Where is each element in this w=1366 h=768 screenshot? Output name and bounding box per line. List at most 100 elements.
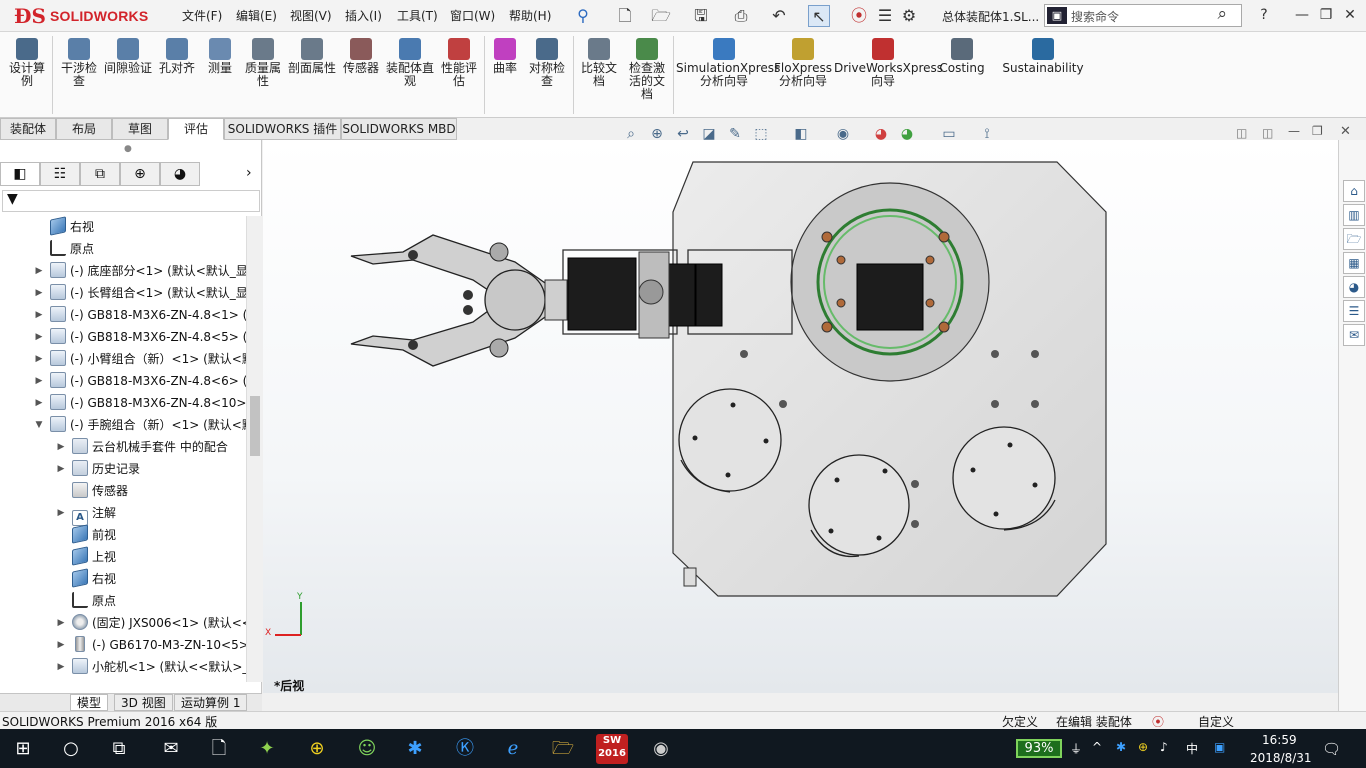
menu-help[interactable]: 帮助(H) (509, 7, 551, 24)
ribbon-sustainability-button[interactable]: Sustainability (1000, 34, 1086, 116)
expand-arrow-icon[interactable]: ▶ (34, 304, 44, 326)
baidu-ime-icon[interactable]: ▣ (1214, 740, 1225, 754)
expand-arrow-icon[interactable]: ▶ (34, 392, 44, 414)
wechat-icon[interactable]: ☺ (352, 734, 382, 764)
tab-sketch[interactable]: 草图 (112, 118, 168, 140)
expand-arrow-icon[interactable]: ▶ (34, 326, 44, 348)
tree-node[interactable]: ▶ 云台机械手套件 中的配合 (58, 436, 228, 458)
battery-indicator[interactable]: 93% (1016, 739, 1062, 758)
restore-icon[interactable]: ❐ (1314, 4, 1338, 26)
input-method-indicator[interactable]: 中 (1186, 740, 1198, 757)
menu-tools[interactable]: 工具(T) (397, 7, 438, 24)
ribbon-floxpress-button[interactable]: FloXpress 分析向导 (774, 34, 832, 116)
solidworks-resources-icon[interactable]: ⌂ (1343, 180, 1365, 202)
configuration-manager-tab-icon[interactable]: ⧉ (80, 162, 120, 186)
expand-arrow-icon[interactable]: ▶ (56, 436, 66, 458)
zoom-to-fit-icon[interactable]: ⌕ (620, 124, 642, 144)
search-commands-input[interactable]: ▣ 搜索命令 ⌕ (1044, 4, 1242, 27)
panel-grip-icon[interactable]: ● (124, 144, 132, 154)
scrollbar-thumb[interactable] (250, 396, 260, 456)
tree-node[interactable]: ▶ (-) GB818-M3X6-ZN-4.8<5> (D (36, 326, 246, 348)
tree-node[interactable]: 前视 (72, 524, 116, 546)
tree-node[interactable]: 右视 (50, 216, 94, 238)
star-app-icon[interactable]: ✱ (400, 734, 430, 764)
ribbon-simulationxpress-button[interactable]: SimulationXpress 分析向导 (676, 34, 780, 116)
file-explorer-icon[interactable]: 🗁 (1343, 228, 1365, 250)
tree-node[interactable]: ▶ A 注解 (58, 502, 116, 526)
previous-view-icon[interactable]: ↩ (672, 124, 694, 144)
featuremanager-tree-tab-icon[interactable]: ◧ (0, 162, 40, 186)
print-icon[interactable]: ⎙ (730, 5, 752, 27)
menu-insert[interactable]: 插入(I) (345, 7, 382, 24)
clock-date[interactable]: 2018/8/31 (1250, 751, 1312, 765)
chevron-right-icon[interactable]: › (246, 165, 252, 181)
tab-assembly[interactable]: 装配体 (0, 118, 56, 140)
pin-icon[interactable]: ⚲ (572, 5, 594, 27)
viewport-tile-right-icon[interactable]: ◫ (1262, 126, 1273, 140)
tree-node[interactable]: 传感器 (72, 480, 128, 502)
tree-node[interactable]: ▶ (固定) JXS006<1> (默认<< (58, 612, 246, 634)
expand-arrow-icon[interactable]: ▶ (34, 348, 44, 370)
tab-layout[interactable]: 布局 (56, 118, 112, 140)
cortana-icon[interactable]: ○ (56, 734, 86, 764)
expand-arrow-icon[interactable]: ▶ (34, 370, 44, 392)
viewport-minimize-icon[interactable]: — (1288, 124, 1300, 138)
edit-appearance-icon[interactable]: ◕ (870, 124, 892, 144)
ribbon-design-study-button[interactable]: 设计算例 (4, 34, 50, 116)
tab-evaluate[interactable]: 评估 (168, 118, 224, 140)
tree-node[interactable]: 原点 (72, 590, 116, 612)
menu-window[interactable]: 窗口(W) (450, 7, 495, 24)
ribbon-costing-button[interactable]: Costing (936, 34, 988, 116)
app-tiles-icon[interactable]: ✦ (252, 734, 282, 764)
notification-icon[interactable]: 🗨 (1322, 740, 1341, 758)
edge-browser-icon[interactable]: ℯ (498, 734, 528, 764)
select-pointer-icon[interactable]: ↖ (808, 5, 830, 27)
expand-arrow-icon[interactable]: ▶ (34, 260, 44, 282)
expand-arrow-icon[interactable]: ▶ (56, 634, 66, 656)
ribbon-sensor-button[interactable]: 传感器 (338, 34, 384, 116)
file-properties-icon[interactable]: ☰ (874, 5, 896, 27)
file-explorer-taskbar-icon[interactable]: 🗁 (548, 734, 578, 764)
rebuild-status-icon[interactable]: ⦿ (1152, 713, 1164, 730)
viewport-restore-icon[interactable]: ❐ (1312, 124, 1323, 138)
tray-plus-icon[interactable]: ⊕ (1138, 740, 1148, 754)
undo-icon[interactable]: ↶ (768, 5, 790, 27)
expand-arrow-icon[interactable]: ▶ (56, 458, 66, 480)
ribbon-mass-properties-button[interactable]: 质量属性 (240, 34, 286, 116)
graphics-area[interactable]: Y X (263, 140, 1338, 693)
ribbon-clearance-button[interactable]: 间隙验证 (104, 34, 152, 116)
tree-node[interactable]: ▶ 历史记录 (58, 458, 140, 480)
ribbon-compare-button[interactable]: 比较文档 (577, 34, 621, 116)
tree-node[interactable]: ▶ 小舵机<1> (默认<<默认>_显 (58, 656, 246, 678)
viewport-close-icon[interactable]: ✕ (1340, 124, 1351, 139)
media-player-icon[interactable]: ◉ (646, 734, 676, 764)
expand-arrow-icon[interactable]: ▶ (56, 656, 66, 678)
custom-properties-icon[interactable]: ☰ (1343, 300, 1365, 322)
new-document-icon[interactable]: 🗋 (614, 5, 636, 27)
task-view-icon[interactable]: ⧉ (104, 734, 134, 764)
tree-node[interactable]: 原点 (50, 238, 94, 260)
forum-icon[interactable]: ✉ (1343, 324, 1365, 346)
section-view-icon[interactable]: ◪ (698, 124, 720, 144)
appearances-icon[interactable]: ◕ (1343, 276, 1365, 298)
display-manager-tab-icon[interactable]: ◕ (160, 162, 200, 186)
tree-node[interactable]: ▶ (-) GB818-M3X6-ZN-4.8<1> (D (36, 304, 246, 326)
view-palette-icon[interactable]: ▦ (1343, 252, 1365, 274)
collapse-arrow-icon[interactable]: ▼ (34, 414, 44, 436)
units-selector[interactable]: 自定义 (1198, 713, 1234, 730)
tab-motion-study[interactable]: 运动算例 1 (174, 694, 248, 711)
mail-icon[interactable]: ✉ (156, 734, 186, 764)
zoom-to-area-icon[interactable]: ⊕ (646, 124, 668, 144)
tab-3d-view[interactable]: 3D 视图 (114, 694, 173, 711)
view-settings-icon[interactable]: ▭ (938, 124, 960, 144)
ribbon-section-properties-button[interactable]: 剖面属性 (288, 34, 336, 116)
expand-arrow-icon[interactable]: ▶ (56, 502, 66, 524)
ribbon-performance-button[interactable]: 性能评估 (436, 34, 482, 116)
ribbon-driveworksxpress-button[interactable]: DriveWorksXpress 向导 (834, 34, 943, 116)
tray-star-icon[interactable]: ✱ (1116, 740, 1126, 754)
options-gear-icon[interactable]: ⚙ (898, 5, 920, 27)
display-style-icon[interactable]: ◧ (790, 124, 812, 144)
security-plus-icon[interactable]: ⊕ (302, 734, 332, 764)
ribbon-symmetry-button[interactable]: 对称检查 (524, 34, 570, 116)
view-orientation-icon[interactable]: ⬚ (750, 124, 772, 144)
